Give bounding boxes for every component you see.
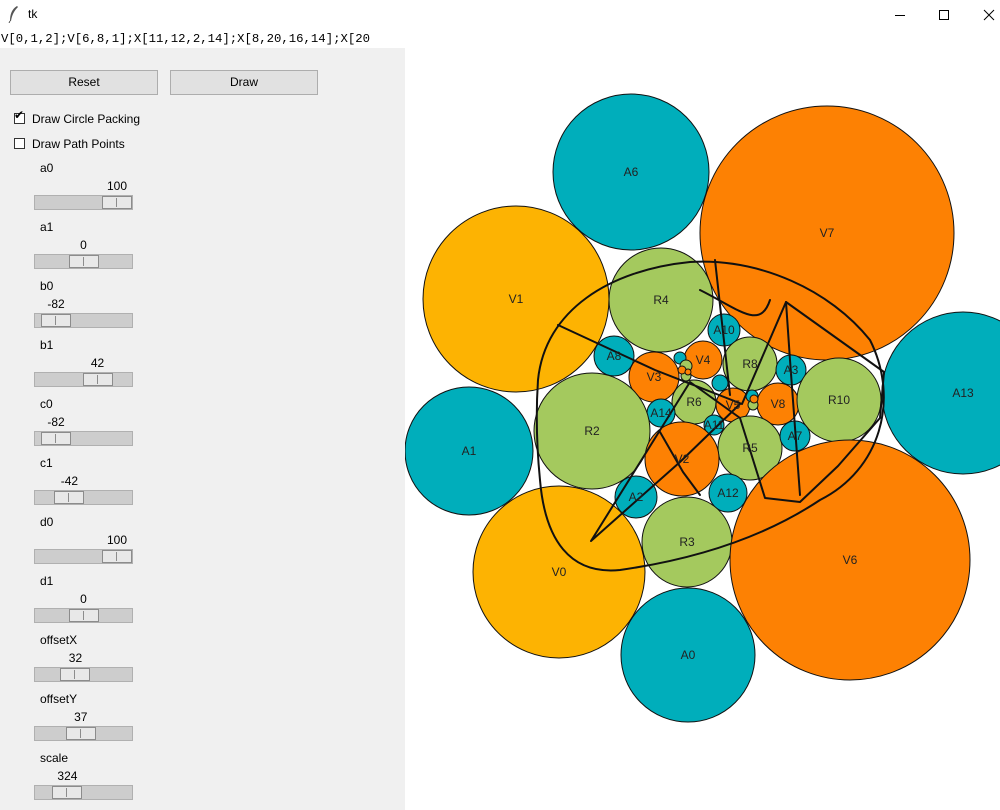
- slider-value: 42: [90, 356, 105, 370]
- circle-label-v1: V1: [509, 292, 524, 306]
- circle-label-a13: A13: [952, 386, 974, 400]
- slider-thumb[interactable]: [68, 255, 99, 268]
- slider-thumb[interactable]: [41, 432, 72, 445]
- slider-value: 100: [106, 179, 128, 193]
- checkbox-label: Draw Path Points: [32, 137, 125, 151]
- circle-label-r6: R6: [686, 395, 702, 409]
- slider-a0[interactable]: a0 100: [34, 161, 134, 219]
- slider-thumb[interactable]: [52, 786, 83, 799]
- packing-spec-input[interactable]: V[0,1,2];V[6,8,1];X[11,12,2,14];X[8,20,1…: [0, 31, 404, 48]
- slider-value: 100: [106, 533, 128, 547]
- circle-label-r2: R2: [584, 424, 600, 438]
- close-button[interactable]: [966, 0, 1000, 30]
- slider-thumb[interactable]: [82, 373, 113, 386]
- slider-b1[interactable]: b1 42: [34, 338, 134, 396]
- circle-label-v3: V3: [647, 370, 662, 384]
- slider-value: 324: [57, 769, 78, 783]
- draw-button[interactable]: Draw: [170, 70, 318, 95]
- circle-label-a2: A2: [629, 490, 644, 504]
- circle-label-v5: V5: [726, 398, 741, 412]
- control-panel: Reset Draw ✔ Draw Circle Packing Draw Pa…: [0, 48, 405, 810]
- minimize-icon: [895, 15, 905, 16]
- slider-label: scale: [40, 751, 69, 765]
- circle-v11: [684, 368, 692, 376]
- checkbox-label: Draw Circle Packing: [32, 112, 141, 126]
- slider-thumb[interactable]: [60, 668, 91, 681]
- circle-label-a8: A8: [607, 349, 622, 363]
- slider-d1[interactable]: d1 0: [34, 574, 134, 632]
- slider-value: -42: [60, 474, 79, 488]
- slider-b0[interactable]: b0 -82: [34, 279, 134, 337]
- circle-label-a11: A11: [704, 418, 725, 432]
- slider-thumb[interactable]: [68, 609, 99, 622]
- slider-thumb[interactable]: [102, 550, 132, 563]
- draw-circle-packing-checkbox[interactable]: ✔ Draw Circle Packing: [14, 108, 214, 127]
- circle-label-a1: A1: [462, 444, 477, 458]
- circle-label-v6: V6: [843, 553, 858, 567]
- circle-label-a12: A12: [717, 486, 739, 500]
- circle-label-r10: R10: [828, 393, 850, 407]
- circle-label-v8: V8: [771, 397, 786, 411]
- slider-offsetY[interactable]: offsetY 37: [34, 692, 134, 750]
- slider-label: b1: [40, 338, 54, 352]
- circle-packing-drawing: A6 V7 V1 R4 A13 A10 A8 V4 R8 A3 V3 R6 V5 V8 R10 A14 A11 R…: [405, 93, 1000, 723]
- slider-label: d1: [40, 574, 54, 588]
- maximize-button[interactable]: [921, 0, 967, 30]
- minimize-button[interactable]: [877, 0, 923, 30]
- circle-label-a7: A7: [788, 429, 803, 443]
- circle-label-r5: R5: [742, 441, 758, 455]
- slider-thumb[interactable]: [65, 727, 96, 740]
- slider-label: offsetY: [40, 692, 78, 706]
- circle-label-a3: A3: [784, 363, 799, 377]
- slider-a1[interactable]: a1 0: [34, 220, 134, 278]
- slider-value: 32: [68, 651, 83, 665]
- feather-icon: [8, 6, 18, 23]
- circle-label-v7: V7: [820, 226, 835, 240]
- slider-label: c1: [40, 456, 53, 470]
- slider-c1[interactable]: c1 -42: [34, 456, 134, 514]
- circle-label-v2: V2: [675, 452, 690, 466]
- slider-label: b0: [40, 279, 54, 293]
- circle-label-a14: A14: [650, 406, 672, 420]
- slider-d0[interactable]: d0 100: [34, 515, 134, 573]
- reset-button[interactable]: Reset: [10, 70, 158, 95]
- slider-c0[interactable]: c0 -82: [34, 397, 134, 455]
- maximize-icon: [939, 10, 949, 20]
- circle-label-r3: R3: [679, 535, 695, 549]
- slider-value: 0: [80, 238, 87, 252]
- checkbox-box[interactable]: [14, 138, 25, 149]
- slider-value: 37: [74, 710, 88, 724]
- slider-thumb[interactable]: [41, 314, 72, 327]
- draw-path-points-checkbox[interactable]: Draw Path Points: [14, 136, 214, 152]
- window-title: tk: [28, 7, 38, 21]
- close-icon: [983, 9, 995, 21]
- slider-label: a1: [40, 220, 54, 234]
- slider-value: -82: [47, 297, 65, 311]
- slider-value: 0: [80, 592, 87, 606]
- circle-label-a0: A0: [681, 648, 696, 662]
- slider-value: -82: [47, 415, 65, 429]
- circle-label-v4: V4: [696, 353, 711, 367]
- slider-label: a0: [40, 161, 54, 175]
- slider-label: offsetX: [40, 633, 78, 647]
- circle-a4: [711, 374, 729, 392]
- circle-v10: [749, 394, 759, 404]
- circle-label-a10: A10: [713, 323, 735, 337]
- circle-label-a6: A6: [624, 165, 639, 179]
- slider-scale[interactable]: scale 324: [34, 751, 134, 809]
- title-bar: tk: [0, 0, 1000, 30]
- circle-label-v0: V0: [552, 565, 567, 579]
- slider-trough[interactable]: [34, 785, 133, 800]
- circle-label-r8: R8: [742, 357, 758, 371]
- slider-offsetX[interactable]: offsetX 32: [34, 633, 134, 691]
- circle-label-r4: R4: [653, 293, 669, 307]
- slider-label: c0: [40, 397, 53, 411]
- check-mark-icon: ✔: [14, 108, 25, 122]
- slider-thumb[interactable]: [102, 196, 132, 209]
- drawing-canvas[interactable]: A6 V7 V1 R4 A13 A10 A8 V4 R8 A3 V3 R6 V5 V8 R10 A14 A11 R…: [405, 48, 1000, 810]
- slider-thumb[interactable]: [54, 491, 85, 504]
- slider-label: d0: [40, 515, 54, 529]
